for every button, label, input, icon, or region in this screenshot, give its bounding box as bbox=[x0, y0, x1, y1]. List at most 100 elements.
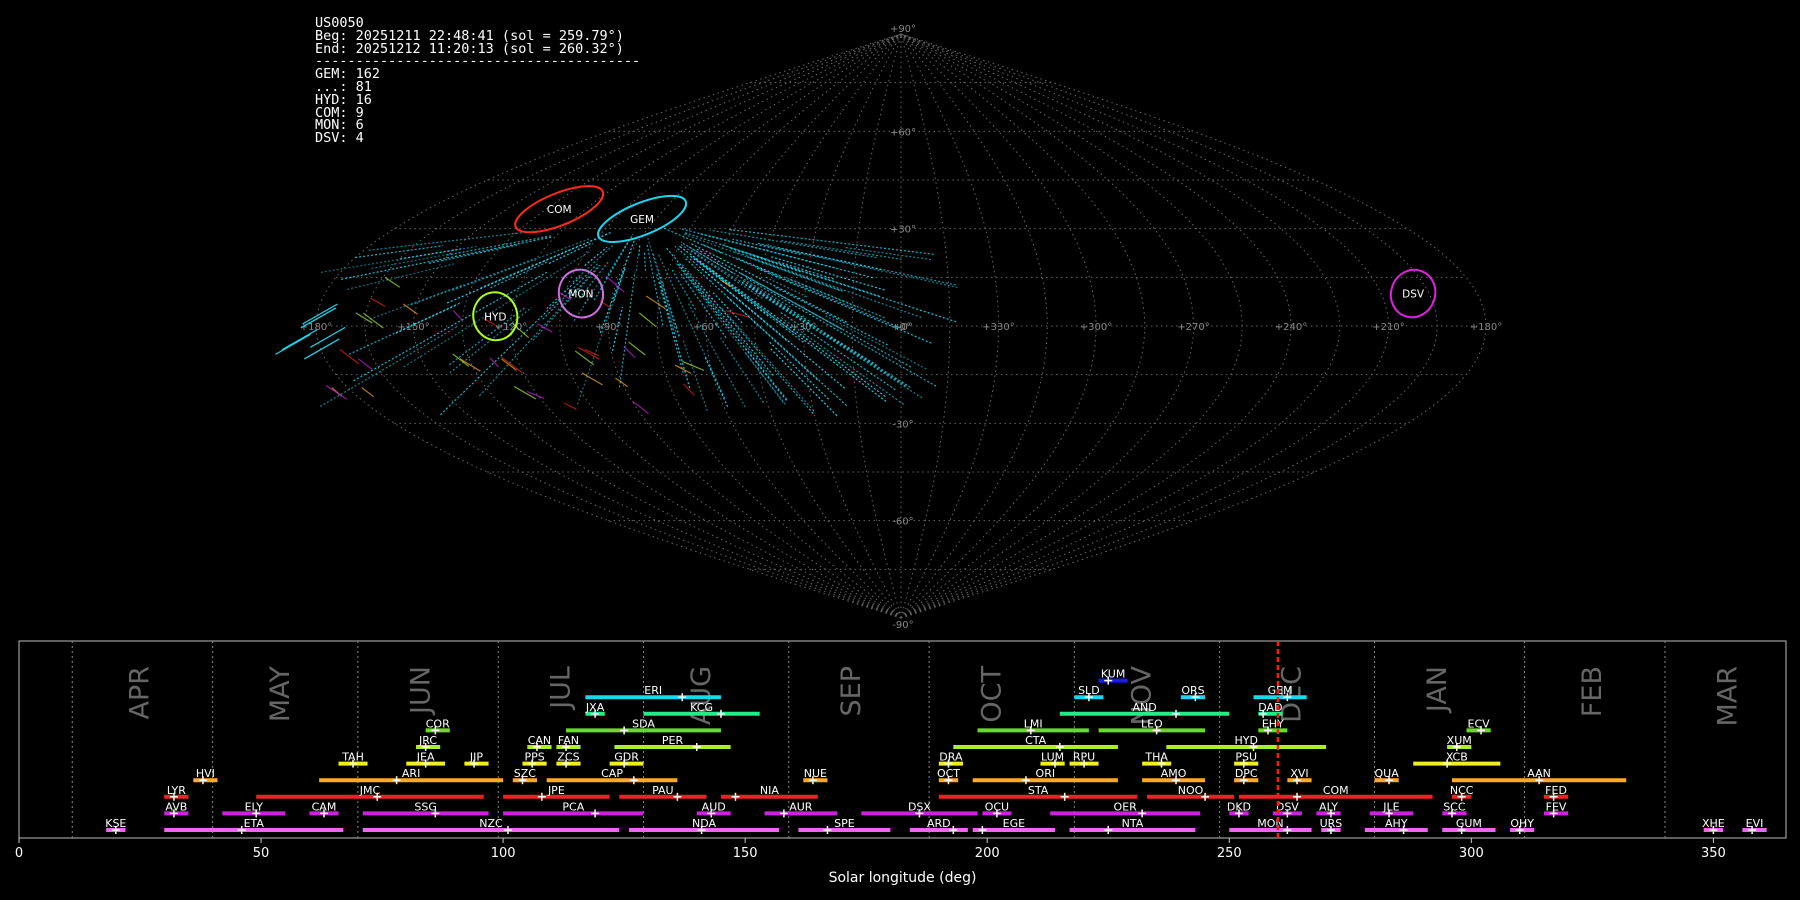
meteor-trail bbox=[750, 253, 957, 323]
meteor-trail bbox=[584, 246, 608, 266]
shower-label: NOO bbox=[1178, 784, 1204, 797]
meteor-trail bbox=[652, 253, 680, 337]
shower-label: LYR bbox=[167, 784, 186, 797]
shower-label: MON bbox=[1257, 817, 1283, 830]
count-line: DSV: 4 bbox=[315, 130, 364, 147]
meteor-trail bbox=[701, 268, 846, 389]
meteor-trail bbox=[726, 310, 749, 318]
shower-label: JMC bbox=[359, 784, 381, 797]
shower-label: JRC bbox=[418, 734, 437, 747]
lat-label: -60° bbox=[892, 517, 913, 528]
shower-label: JIP bbox=[469, 751, 483, 764]
shower-label: KUM bbox=[1101, 668, 1125, 681]
meteor-trail bbox=[778, 261, 834, 280]
shower-label: CAN bbox=[528, 734, 551, 747]
shower-label: SDA bbox=[632, 717, 655, 730]
shower-label: XVI bbox=[1290, 767, 1308, 780]
meteor-trail bbox=[370, 297, 386, 307]
shower-label: AUD bbox=[702, 800, 726, 813]
meteor-trail bbox=[384, 276, 401, 288]
lon-label: +180° bbox=[1470, 322, 1502, 333]
shower-label: ARI bbox=[402, 767, 420, 780]
meteor-trail bbox=[638, 243, 641, 256]
shower-label: ARD bbox=[927, 817, 951, 830]
meteor-trail bbox=[402, 303, 418, 315]
shower-label: DPC bbox=[1235, 767, 1258, 780]
shower-label: JXA bbox=[585, 701, 605, 714]
meteor-trail bbox=[574, 350, 595, 366]
shower-label: NIA bbox=[760, 784, 779, 797]
shower-label: HYD bbox=[1234, 734, 1257, 747]
meteor-trail bbox=[646, 242, 664, 326]
meteor-trail bbox=[742, 279, 810, 322]
shower-label: AND bbox=[1132, 701, 1156, 714]
meteor-trail bbox=[605, 239, 630, 279]
meteor-trail bbox=[682, 340, 708, 411]
shower-label: ERI bbox=[644, 684, 662, 697]
meteor-trail bbox=[632, 400, 649, 415]
shower-label: PSU bbox=[1235, 751, 1257, 764]
month-label: JAN bbox=[1422, 666, 1453, 714]
shower-label: KSE bbox=[105, 817, 126, 830]
meteor-trail bbox=[480, 244, 582, 289]
shower-label: PAU bbox=[652, 784, 674, 797]
lat-label: -90° bbox=[892, 620, 913, 630]
observation-info: US0050 Beg: 20251211 22:48:41 (sol = 259… bbox=[315, 16, 640, 147]
shower-label: SSG bbox=[414, 800, 437, 813]
lat-label: +0° bbox=[893, 322, 913, 333]
x-tick-label: 150 bbox=[733, 846, 758, 861]
shower-label: JEA bbox=[416, 751, 435, 764]
meteor-trail bbox=[320, 245, 478, 274]
radiant-label: COM bbox=[547, 204, 572, 216]
meteor-trail bbox=[403, 250, 592, 368]
timeline-frame bbox=[18, 640, 1787, 839]
month-label: OCT bbox=[977, 666, 1008, 723]
meteor-trail bbox=[769, 348, 838, 417]
meteor-trail bbox=[638, 312, 657, 328]
shower-label: FED bbox=[1545, 784, 1567, 797]
lon-label: +270° bbox=[1177, 322, 1209, 333]
shower-label: EVI bbox=[1746, 817, 1764, 830]
shower-label: ORI bbox=[1036, 767, 1056, 780]
x-tick-label: 300 bbox=[1459, 846, 1484, 861]
meteor-trail bbox=[275, 333, 311, 355]
shower-label: OHY bbox=[1510, 817, 1534, 830]
shower-label: DAD bbox=[1258, 701, 1282, 714]
shower-label: PPS bbox=[524, 751, 544, 764]
lon-label: +210° bbox=[1372, 322, 1404, 333]
shower-label: URS bbox=[1320, 817, 1343, 830]
lon-label: +180° bbox=[300, 322, 332, 333]
x-tick-label: 250 bbox=[1217, 846, 1242, 861]
meteor-trail bbox=[361, 387, 375, 398]
shower-label: ELY bbox=[245, 800, 264, 813]
meteor-trail bbox=[341, 236, 553, 280]
shower-label: DKD bbox=[1227, 800, 1251, 813]
meteor-trail bbox=[623, 346, 636, 359]
lat-label: +90° bbox=[890, 24, 916, 35]
meteor-trail bbox=[452, 237, 591, 292]
shower-label: THA bbox=[1144, 751, 1168, 764]
meteor-trail bbox=[680, 228, 836, 269]
month-label: MAY bbox=[265, 666, 296, 723]
shower-label: DRA bbox=[939, 751, 963, 764]
lon-label: +240° bbox=[1275, 322, 1307, 333]
shower-label: LUM bbox=[1041, 751, 1064, 764]
shower-label: COM bbox=[1323, 784, 1349, 797]
x-tick-label: 100 bbox=[491, 846, 516, 861]
x-tick-label: 200 bbox=[975, 846, 1000, 861]
meteor-trail bbox=[368, 230, 539, 251]
shower-label: DSX bbox=[908, 800, 931, 813]
meteor-trail bbox=[490, 261, 548, 289]
shower-label: PER bbox=[662, 734, 684, 747]
shower-label: GEM bbox=[1268, 684, 1293, 697]
meteor-trail bbox=[739, 272, 912, 368]
x-tick-label: 50 bbox=[253, 846, 270, 861]
radiant-sky-map: +180° +150° +120° +90° +60° +30° +0° +330° +300°… bbox=[275, 24, 1502, 630]
shower-label: KCG bbox=[690, 701, 713, 714]
month-label: SEP bbox=[836, 666, 867, 716]
shower-label: SPE bbox=[834, 817, 855, 830]
month-label: DEC bbox=[1277, 666, 1308, 723]
meteor-trail bbox=[709, 229, 877, 259]
meteor-trail bbox=[780, 311, 896, 391]
month-label: JUL bbox=[546, 666, 577, 711]
